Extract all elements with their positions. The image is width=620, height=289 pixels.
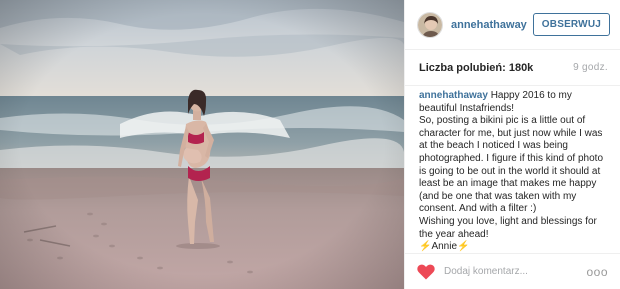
post-side-panel: annehathaway OBSERWUJ Liczba polubień: 1… <box>404 0 620 289</box>
avatar-image <box>418 12 442 37</box>
heart-icon[interactable] <box>417 264 435 280</box>
post-stats: Liczba polubień: 180k 9 godz. <box>405 50 620 86</box>
caption: annehathaway Happy 2016 to my beautiful … <box>419 90 610 253</box>
instagram-post: annehathaway OBSERWUJ Liczba polubień: 1… <box>0 0 620 289</box>
beach-photo-image <box>0 0 404 289</box>
likes-count[interactable]: Liczba polubień: 180k <box>419 62 533 74</box>
post-footer: ooo <box>405 253 620 289</box>
comment-input[interactable] <box>444 266 585 277</box>
avatar[interactable] <box>417 11 443 38</box>
post-photo[interactable] <box>0 0 404 289</box>
username-link[interactable]: annehathaway <box>451 19 533 31</box>
post-header: annehathaway OBSERWUJ <box>405 0 620 50</box>
caption-text: Happy 2016 to my beautiful Instafriends!… <box>419 90 604 253</box>
post-time[interactable]: 9 godz. <box>573 62 608 73</box>
caption-author-link[interactable]: annehathaway <box>419 90 488 101</box>
more-options-icon[interactable]: ooo <box>584 265 610 279</box>
follow-button[interactable]: OBSERWUJ <box>532 13 610 36</box>
comments-section[interactable]: annehathaway Happy 2016 to my beautiful … <box>405 86 620 253</box>
